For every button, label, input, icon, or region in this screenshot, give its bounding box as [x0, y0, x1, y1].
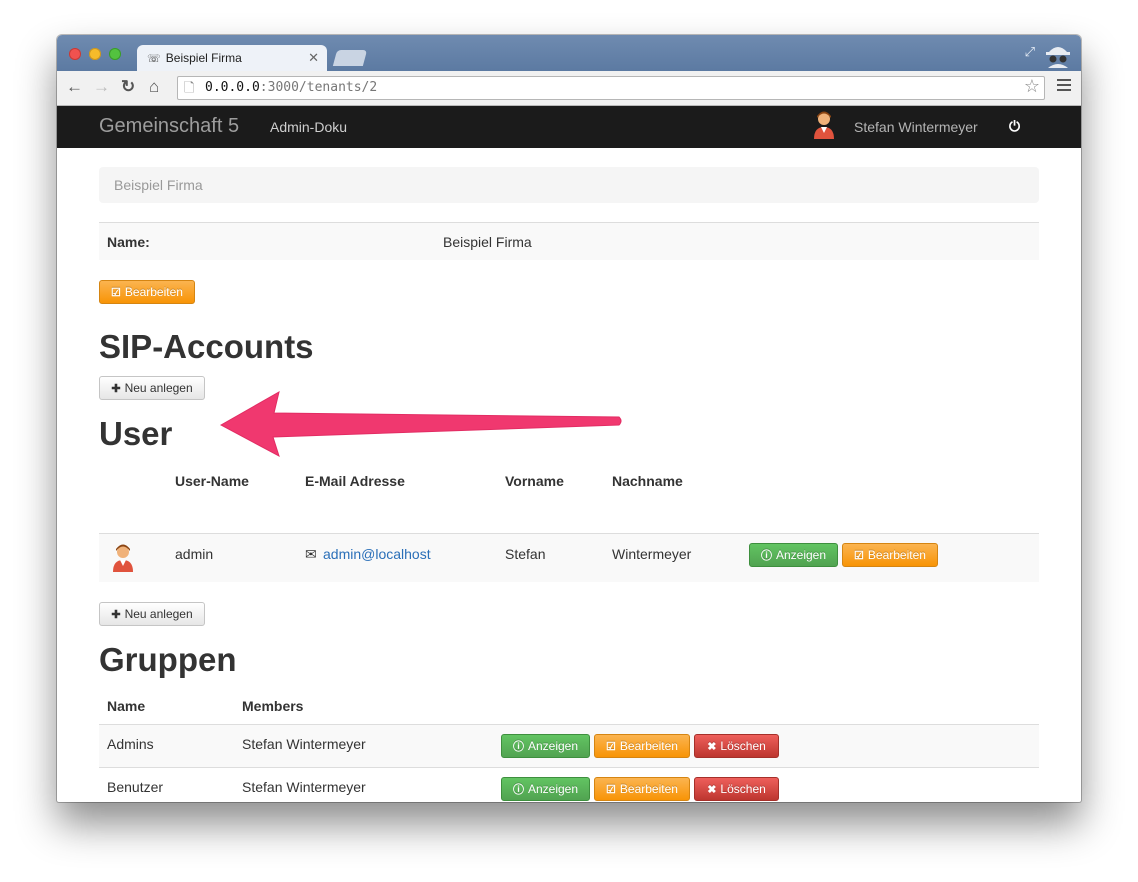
breadcrumb-item: Beispiel Firma: [114, 177, 203, 193]
table-row: Benutzer Stefan Wintermeyer ⓘ Anzeigen ☑ B…: [99, 767, 1039, 802]
user-name[interactable]: Stefan Wintermeyer: [854, 119, 978, 135]
brand[interactable]: Gemeinschaft 5: [99, 115, 239, 138]
group-column-header: Name: [107, 698, 146, 714]
home-icon[interactable]: ⌂: [149, 77, 159, 97]
tab-close-icon[interactable]: ✕: [308, 50, 319, 66]
reload-icon[interactable]: ↻: [121, 77, 135, 97]
document-icon: 🗋: [184, 80, 195, 95]
table-row: admin ✉ admin@localhost Stefan Wintermey…: [99, 533, 1039, 582]
navbar: Gemeinschaft 5 Admin-Doku Stefan Winterm…: [57, 106, 1081, 148]
edit-icon: ☑: [854, 549, 864, 562]
plus-icon: ✚: [111, 608, 121, 621]
incognito-icon: [1046, 47, 1070, 68]
group-members-cell: Stefan Wintermeyer: [242, 736, 366, 752]
nav-link-admin-doku[interactable]: Admin-Doku: [270, 119, 347, 135]
name-label: Name:: [107, 234, 150, 250]
remove-icon: ✖: [707, 783, 717, 796]
sip-accounts-heading: SIP-Accounts: [99, 328, 314, 365]
sip-new-button[interactable]: ✚ Neu anlegen: [99, 376, 205, 400]
browser-tab[interactable]: ☏ Beispiel Firma ✕: [137, 45, 327, 71]
star-icon[interactable]: ☆: [1024, 76, 1040, 98]
group-delete-button[interactable]: ✖ Löschen: [694, 734, 779, 758]
tenant-name-row: Name: Beispiel Firma: [99, 222, 1039, 260]
group-name-cell: Benutzer: [107, 779, 164, 795]
address-bar[interactable]: 🗋 0.0.0.0:3000/tenants/2 ☆: [177, 76, 1045, 100]
name-value: Beispiel Firma: [443, 234, 532, 250]
group-column-header: Members: [242, 698, 304, 714]
user-column-header: E-Mail Adresse: [305, 473, 405, 489]
remove-icon: ✖: [707, 740, 717, 753]
group-name-cell: Admins: [107, 736, 154, 752]
edit-icon: ☑: [606, 783, 616, 796]
browser-toolbar: ← → ↻ ⌂ 🗋 0.0.0.0:3000/tenants/2 ☆: [57, 71, 1081, 106]
email-link[interactable]: admin@localhost: [323, 546, 431, 562]
avatar: [113, 544, 133, 572]
tenant-edit-button[interactable]: ☑ Bearbeiten: [99, 280, 195, 304]
zoom-window-button[interactable]: [109, 48, 121, 60]
envelope-icon: ✉: [305, 546, 317, 562]
menu-icon[interactable]: [1057, 79, 1071, 94]
minimize-window-button[interactable]: [89, 48, 101, 60]
user-edit-button[interactable]: ☑ Bearbeiten: [842, 543, 938, 567]
group-delete-button[interactable]: ✖ Löschen: [694, 777, 779, 801]
avatar: [814, 111, 834, 139]
user-column-header: Nachname: [612, 473, 683, 489]
tab-title: Beispiel Firma: [165, 51, 242, 65]
browser-window: ☏ Beispiel Firma ✕ ⤢ ← → ↻ ⌂ 🗋 0.0.0.0:3…: [57, 35, 1081, 802]
tab-strip: ☏ Beispiel Firma ✕ ⤢: [57, 35, 1081, 71]
edit-icon: ☑: [606, 740, 616, 753]
group-show-button[interactable]: ⓘ Anzeigen: [501, 777, 590, 801]
info-icon: ⓘ: [512, 784, 524, 796]
user-column-header: Vorname: [505, 473, 564, 489]
phone-icon: ☏: [147, 52, 161, 65]
new-tab-button[interactable]: [332, 50, 368, 66]
close-window-button[interactable]: [69, 48, 81, 60]
main-content: Beispiel Firma Name: Beispiel Firma ☑ Bea…: [57, 148, 1081, 802]
user-new-button[interactable]: ✚ Neu anlegen: [99, 602, 205, 626]
user-column-header: User-Name: [175, 473, 249, 489]
group-show-button[interactable]: ⓘ Anzeigen: [501, 734, 590, 758]
info-icon: ⓘ: [760, 550, 772, 562]
user-name-cell: admin: [175, 546, 214, 562]
groups-heading: Gruppen: [99, 641, 237, 678]
group-members-cell: Stefan Wintermeyer: [242, 779, 366, 795]
first-name-cell: Stefan: [505, 546, 546, 562]
group-edit-button[interactable]: ☑ Bearbeiten: [594, 734, 690, 758]
forward-icon[interactable]: →: [93, 77, 110, 97]
user-show-button[interactable]: ⓘ Anzeigen: [749, 543, 838, 567]
breadcrumb: Beispiel Firma: [99, 167, 1039, 203]
group-edit-button[interactable]: ☑ Bearbeiten: [594, 777, 690, 801]
user-heading: User: [99, 415, 173, 452]
url-text: 0.0.0.0:3000/tenants/2: [205, 80, 378, 95]
table-row: Admins Stefan Wintermeyer ⓘ Anzeigen ☑ Bea…: [99, 724, 1039, 767]
annotation-arrow: [219, 390, 622, 458]
expand-icon[interactable]: ⤢: [1025, 44, 1035, 60]
back-icon[interactable]: ←: [66, 77, 83, 97]
edit-icon: ☑: [111, 286, 121, 299]
info-icon: ⓘ: [512, 741, 524, 753]
plus-icon: ✚: [111, 382, 121, 395]
power-icon[interactable]: ⏻: [1009, 118, 1020, 135]
last-name-cell: Wintermeyer: [612, 546, 692, 562]
